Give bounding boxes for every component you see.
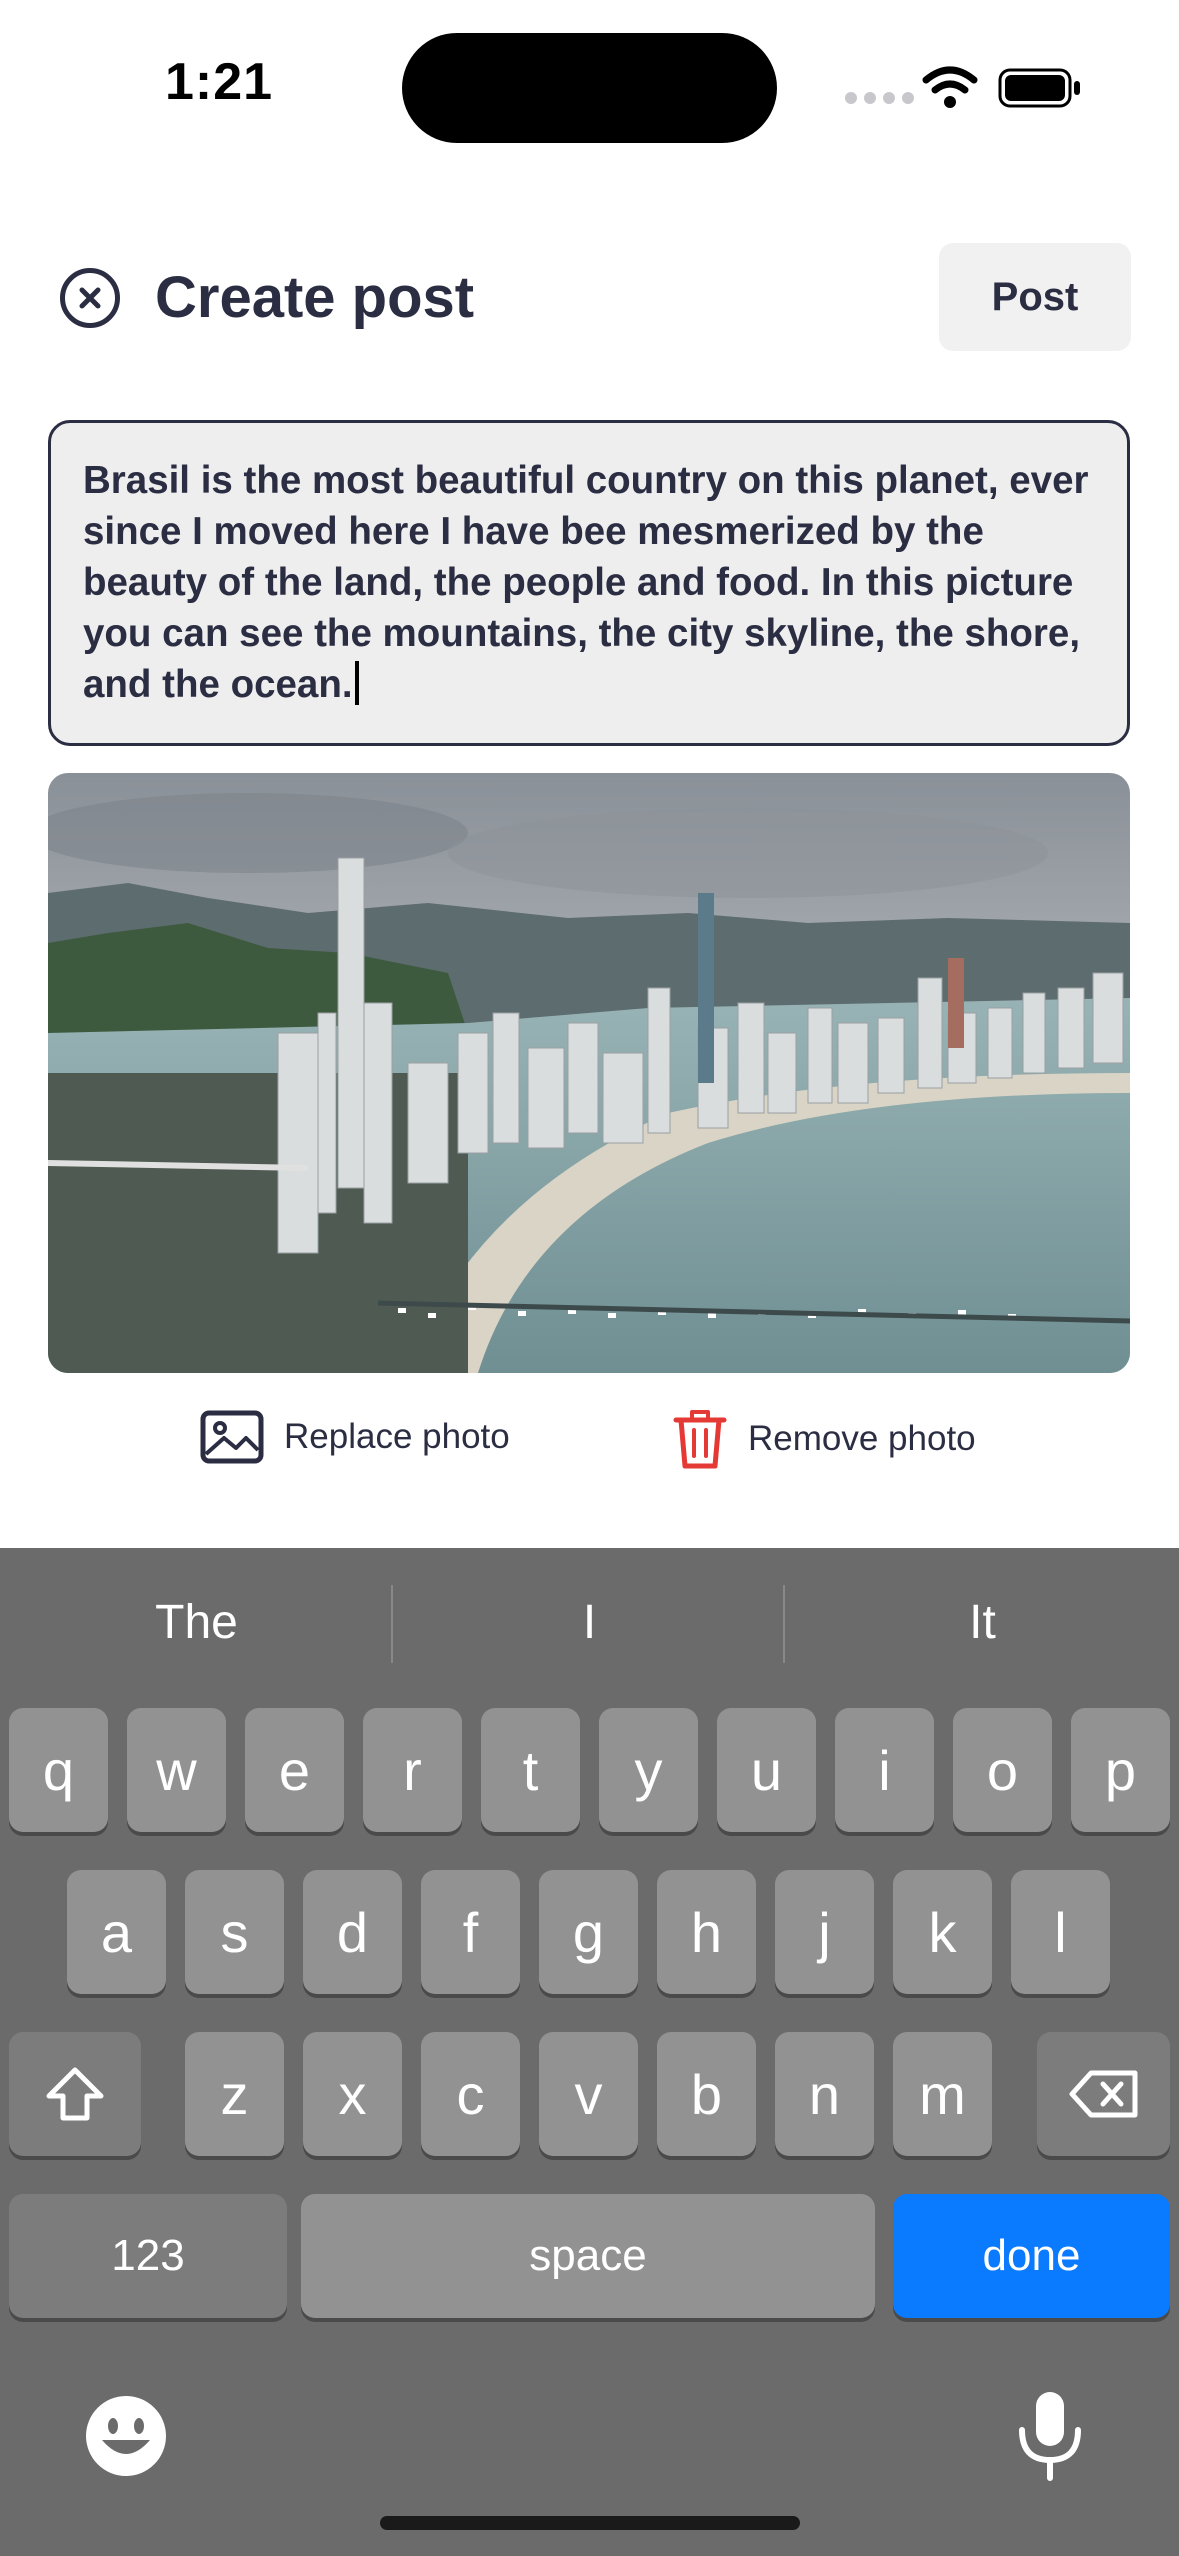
- wifi-icon: [922, 66, 978, 108]
- suggestion-2[interactable]: I: [393, 1595, 786, 1650]
- key-q[interactable]: q: [9, 1708, 108, 1832]
- backspace-key[interactable]: [1037, 2032, 1170, 2156]
- key-n[interactable]: n: [775, 2032, 874, 2156]
- home-indicator: [380, 2516, 800, 2530]
- key-p[interactable]: p: [1071, 1708, 1170, 1832]
- post-button[interactable]: Post: [939, 243, 1131, 351]
- key-u[interactable]: u: [717, 1708, 816, 1832]
- suggestion-3[interactable]: It: [786, 1595, 1179, 1650]
- microphone-icon[interactable]: [1014, 2388, 1086, 2484]
- text-cursor: [354, 661, 359, 705]
- key-v[interactable]: v: [539, 2032, 638, 2156]
- key-j[interactable]: j: [775, 1870, 874, 1994]
- key-l[interactable]: l: [1011, 1870, 1110, 1994]
- image-icon: [200, 1410, 264, 1464]
- page-title: Create post: [155, 265, 475, 330]
- key-r[interactable]: r: [363, 1708, 462, 1832]
- replace-photo-label: Replace photo: [284, 1417, 510, 1456]
- key-b[interactable]: b: [657, 2032, 756, 2156]
- key-e[interactable]: e: [245, 1708, 344, 1832]
- key-y[interactable]: y: [599, 1708, 698, 1832]
- close-icon: [79, 287, 101, 309]
- key-k[interactable]: k: [893, 1870, 992, 1994]
- key-s[interactable]: s: [185, 1870, 284, 1994]
- numbers-key[interactable]: 123: [9, 2194, 287, 2318]
- remove-photo-button[interactable]: Remove photo: [672, 1408, 976, 1470]
- post-text-input[interactable]: Brasil is the most beautiful country on …: [48, 420, 1130, 746]
- space-key[interactable]: space: [301, 2194, 875, 2318]
- key-z[interactable]: z: [185, 2032, 284, 2156]
- key-c[interactable]: c: [421, 2032, 520, 2156]
- battery-icon: [998, 68, 1080, 108]
- remove-photo-label: Remove photo: [748, 1419, 976, 1458]
- suggestion-1[interactable]: The: [0, 1595, 393, 1650]
- shift-icon: [46, 2067, 104, 2121]
- replace-photo-button[interactable]: Replace photo: [200, 1410, 510, 1464]
- key-a[interactable]: a: [67, 1870, 166, 1994]
- key-x[interactable]: x: [303, 2032, 402, 2156]
- key-o[interactable]: o: [953, 1708, 1052, 1832]
- close-button[interactable]: [60, 268, 120, 328]
- shift-key[interactable]: [9, 2032, 141, 2156]
- key-w[interactable]: w: [127, 1708, 226, 1832]
- trash-icon: [673, 1410, 727, 1469]
- dynamic-island: [402, 33, 777, 143]
- key-t[interactable]: t: [481, 1708, 580, 1832]
- done-key[interactable]: done: [893, 2194, 1170, 2318]
- key-f[interactable]: f: [421, 1870, 520, 1994]
- key-h[interactable]: h: [657, 1870, 756, 1994]
- key-d[interactable]: d: [303, 1870, 402, 1994]
- cellular-signal-icon: [845, 92, 914, 104]
- suggestion-divider: [783, 1585, 785, 1663]
- key-g[interactable]: g: [539, 1870, 638, 1994]
- key-i[interactable]: i: [835, 1708, 934, 1832]
- emoji-icon[interactable]: [84, 2394, 168, 2478]
- key-m[interactable]: m: [893, 2032, 992, 2156]
- post-text: Brasil is the most beautiful country on …: [83, 459, 1089, 706]
- post-photo: [48, 773, 1130, 1373]
- backspace-icon: [1069, 2070, 1137, 2118]
- status-time: 1:21: [165, 53, 274, 111]
